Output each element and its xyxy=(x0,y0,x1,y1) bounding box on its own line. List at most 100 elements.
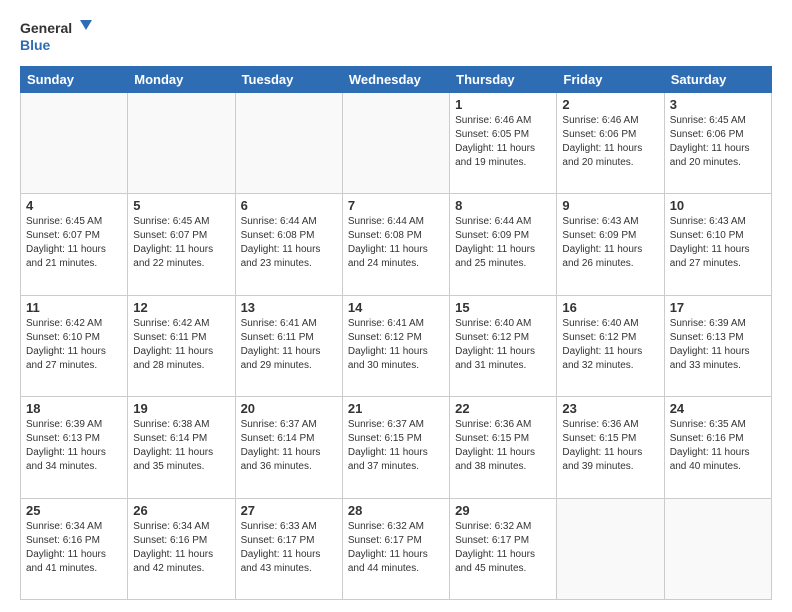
day-number: 17 xyxy=(670,300,766,315)
day-number: 11 xyxy=(26,300,122,315)
day-info: Sunrise: 6:35 AMSunset: 6:16 PMDaylight:… xyxy=(670,418,766,474)
logo-svg: GeneralBlue xyxy=(20,16,100,56)
calendar-cell: 7 Sunrise: 6:44 AMSunset: 6:08 PMDaylight… xyxy=(342,194,449,295)
day-number: 6 xyxy=(241,198,337,213)
day-info: Sunrise: 6:43 AMSunset: 6:09 PMDaylight:… xyxy=(562,215,658,271)
calendar-cell: 23Sunrise: 6:36 AMSunset: 6:15 PMDayligh… xyxy=(557,397,664,498)
day-number: 12 xyxy=(133,300,229,315)
day-info: Sunrise: 6:45 AMSunset: 6:07 PMDaylight:… xyxy=(133,215,229,271)
day-info: Sunrise: 6:38 AMSunset: 6:14 PMDaylight:… xyxy=(133,418,229,474)
calendar-cell: 21 Sunrise: 6:37 AMSunset: 6:15 PMDayligh… xyxy=(342,397,449,498)
day-number: 29 xyxy=(455,503,551,518)
calendar-cell: 16 Sunrise: 6:40 AMSunset: 6:12 PMDayligh… xyxy=(557,295,664,396)
calendar-cell xyxy=(664,498,771,599)
calendar-cell: 6 Sunrise: 6:44 AMSunset: 6:08 PMDaylight… xyxy=(235,194,342,295)
weekday-header-friday: Friday xyxy=(557,67,664,93)
weekday-header-sunday: Sunday xyxy=(21,67,128,93)
calendar-cell: 2Sunrise: 6:46 AMSunset: 6:06 PMDaylight… xyxy=(557,93,664,194)
calendar-cell: 22 Sunrise: 6:36 AMSunset: 6:15 PMDayligh… xyxy=(450,397,557,498)
svg-text:General: General xyxy=(20,20,72,36)
calendar-cell: 4 Sunrise: 6:45 AMSunset: 6:07 PMDaylight… xyxy=(21,194,128,295)
day-info: Sunrise: 6:41 AMSunset: 6:12 PMDaylight:… xyxy=(348,317,444,373)
calendar-cell xyxy=(235,93,342,194)
day-info: Sunrise: 6:44 AMSunset: 6:08 PMDaylight:… xyxy=(241,215,337,271)
calendar-cell: 1 Sunrise: 6:46 AMSunset: 6:05 PMDaylight… xyxy=(450,93,557,194)
day-info: Sunrise: 6:33 AMSunset: 6:17 PMDaylight:… xyxy=(241,520,337,576)
day-number: 9 xyxy=(562,198,658,213)
day-number: 14 xyxy=(348,300,444,315)
day-number: 13 xyxy=(241,300,337,315)
day-number: 20 xyxy=(241,401,337,416)
calendar-cell: 5 Sunrise: 6:45 AMSunset: 6:07 PMDaylight… xyxy=(128,194,235,295)
day-number: 19 xyxy=(133,401,229,416)
day-info: Sunrise: 6:42 AMSunset: 6:11 PMDaylight:… xyxy=(133,317,229,373)
day-info: Sunrise: 6:46 AMSunset: 6:05 PMDaylight:… xyxy=(455,114,551,170)
week-row-2: 4 Sunrise: 6:45 AMSunset: 6:07 PMDaylight… xyxy=(21,194,772,295)
calendar-cell: 3 Sunrise: 6:45 AMSunset: 6:06 PMDaylight… xyxy=(664,93,771,194)
day-number: 16 xyxy=(562,300,658,315)
page: GeneralBlue SundayMondayTuesdayWednesday… xyxy=(0,0,792,612)
calendar-cell: 19 Sunrise: 6:38 AMSunset: 6:14 PMDayligh… xyxy=(128,397,235,498)
weekday-header-row: SundayMondayTuesdayWednesdayThursdayFrid… xyxy=(21,67,772,93)
week-row-1: 1 Sunrise: 6:46 AMSunset: 6:05 PMDaylight… xyxy=(21,93,772,194)
day-number: 1 xyxy=(455,97,551,112)
week-row-4: 18Sunrise: 6:39 AMSunset: 6:13 PMDayligh… xyxy=(21,397,772,498)
calendar-cell: 29 Sunrise: 6:32 AMSunset: 6:17 PMDayligh… xyxy=(450,498,557,599)
calendar-cell: 27Sunrise: 6:33 AMSunset: 6:17 PMDayligh… xyxy=(235,498,342,599)
week-row-3: 11 Sunrise: 6:42 AMSunset: 6:10 PMDayligh… xyxy=(21,295,772,396)
day-info: Sunrise: 6:43 AMSunset: 6:10 PMDaylight:… xyxy=(670,215,766,271)
calendar-cell: 15 Sunrise: 6:40 AMSunset: 6:12 PMDayligh… xyxy=(450,295,557,396)
day-number: 26 xyxy=(133,503,229,518)
day-info: Sunrise: 6:45 AMSunset: 6:06 PMDaylight:… xyxy=(670,114,766,170)
weekday-header-monday: Monday xyxy=(128,67,235,93)
weekday-header-tuesday: Tuesday xyxy=(235,67,342,93)
day-number: 24 xyxy=(670,401,766,416)
day-number: 3 xyxy=(670,97,766,112)
day-number: 28 xyxy=(348,503,444,518)
calendar-cell: 12 Sunrise: 6:42 AMSunset: 6:11 PMDayligh… xyxy=(128,295,235,396)
day-number: 22 xyxy=(455,401,551,416)
calendar-cell: 10Sunrise: 6:43 AMSunset: 6:10 PMDayligh… xyxy=(664,194,771,295)
day-number: 7 xyxy=(348,198,444,213)
day-info: Sunrise: 6:36 AMSunset: 6:15 PMDaylight:… xyxy=(455,418,551,474)
day-info: Sunrise: 6:32 AMSunset: 6:17 PMDaylight:… xyxy=(455,520,551,576)
day-number: 18 xyxy=(26,401,122,416)
day-number: 25 xyxy=(26,503,122,518)
day-info: Sunrise: 6:40 AMSunset: 6:12 PMDaylight:… xyxy=(455,317,551,373)
day-info: Sunrise: 6:41 AMSunset: 6:11 PMDaylight:… xyxy=(241,317,337,373)
calendar-cell xyxy=(21,93,128,194)
day-number: 21 xyxy=(348,401,444,416)
day-number: 4 xyxy=(26,198,122,213)
calendar-cell: 18Sunrise: 6:39 AMSunset: 6:13 PMDayligh… xyxy=(21,397,128,498)
day-info: Sunrise: 6:37 AMSunset: 6:15 PMDaylight:… xyxy=(348,418,444,474)
calendar-cell: 24 Sunrise: 6:35 AMSunset: 6:16 PMDayligh… xyxy=(664,397,771,498)
week-row-5: 25Sunrise: 6:34 AMSunset: 6:16 PMDayligh… xyxy=(21,498,772,599)
calendar-table: SundayMondayTuesdayWednesdayThursdayFrid… xyxy=(20,66,772,600)
calendar-cell: 25Sunrise: 6:34 AMSunset: 6:16 PMDayligh… xyxy=(21,498,128,599)
day-info: Sunrise: 6:40 AMSunset: 6:12 PMDaylight:… xyxy=(562,317,658,373)
weekday-header-wednesday: Wednesday xyxy=(342,67,449,93)
day-info: Sunrise: 6:44 AMSunset: 6:08 PMDaylight:… xyxy=(348,215,444,271)
day-number: 15 xyxy=(455,300,551,315)
day-info: Sunrise: 6:42 AMSunset: 6:10 PMDaylight:… xyxy=(26,317,122,373)
weekday-header-saturday: Saturday xyxy=(664,67,771,93)
day-number: 23 xyxy=(562,401,658,416)
calendar-cell: 20 Sunrise: 6:37 AMSunset: 6:14 PMDayligh… xyxy=(235,397,342,498)
day-info: Sunrise: 6:44 AMSunset: 6:09 PMDaylight:… xyxy=(455,215,551,271)
calendar-cell: 9 Sunrise: 6:43 AMSunset: 6:09 PMDaylight… xyxy=(557,194,664,295)
calendar-cell: 28Sunrise: 6:32 AMSunset: 6:17 PMDayligh… xyxy=(342,498,449,599)
day-info: Sunrise: 6:37 AMSunset: 6:14 PMDaylight:… xyxy=(241,418,337,474)
day-number: 5 xyxy=(133,198,229,213)
day-number: 8 xyxy=(455,198,551,213)
day-info: Sunrise: 6:39 AMSunset: 6:13 PMDaylight:… xyxy=(670,317,766,373)
calendar-cell xyxy=(557,498,664,599)
calendar-cell: 17 Sunrise: 6:39 AMSunset: 6:13 PMDayligh… xyxy=(664,295,771,396)
svg-text:Blue: Blue xyxy=(20,37,51,53)
day-info: Sunrise: 6:45 AMSunset: 6:07 PMDaylight:… xyxy=(26,215,122,271)
calendar-cell: 14 Sunrise: 6:41 AMSunset: 6:12 PMDayligh… xyxy=(342,295,449,396)
header: GeneralBlue xyxy=(20,16,772,56)
calendar-cell xyxy=(342,93,449,194)
calendar-cell: 26Sunrise: 6:34 AMSunset: 6:16 PMDayligh… xyxy=(128,498,235,599)
calendar-cell xyxy=(128,93,235,194)
day-info: Sunrise: 6:46 AMSunset: 6:06 PMDaylight:… xyxy=(562,114,658,170)
